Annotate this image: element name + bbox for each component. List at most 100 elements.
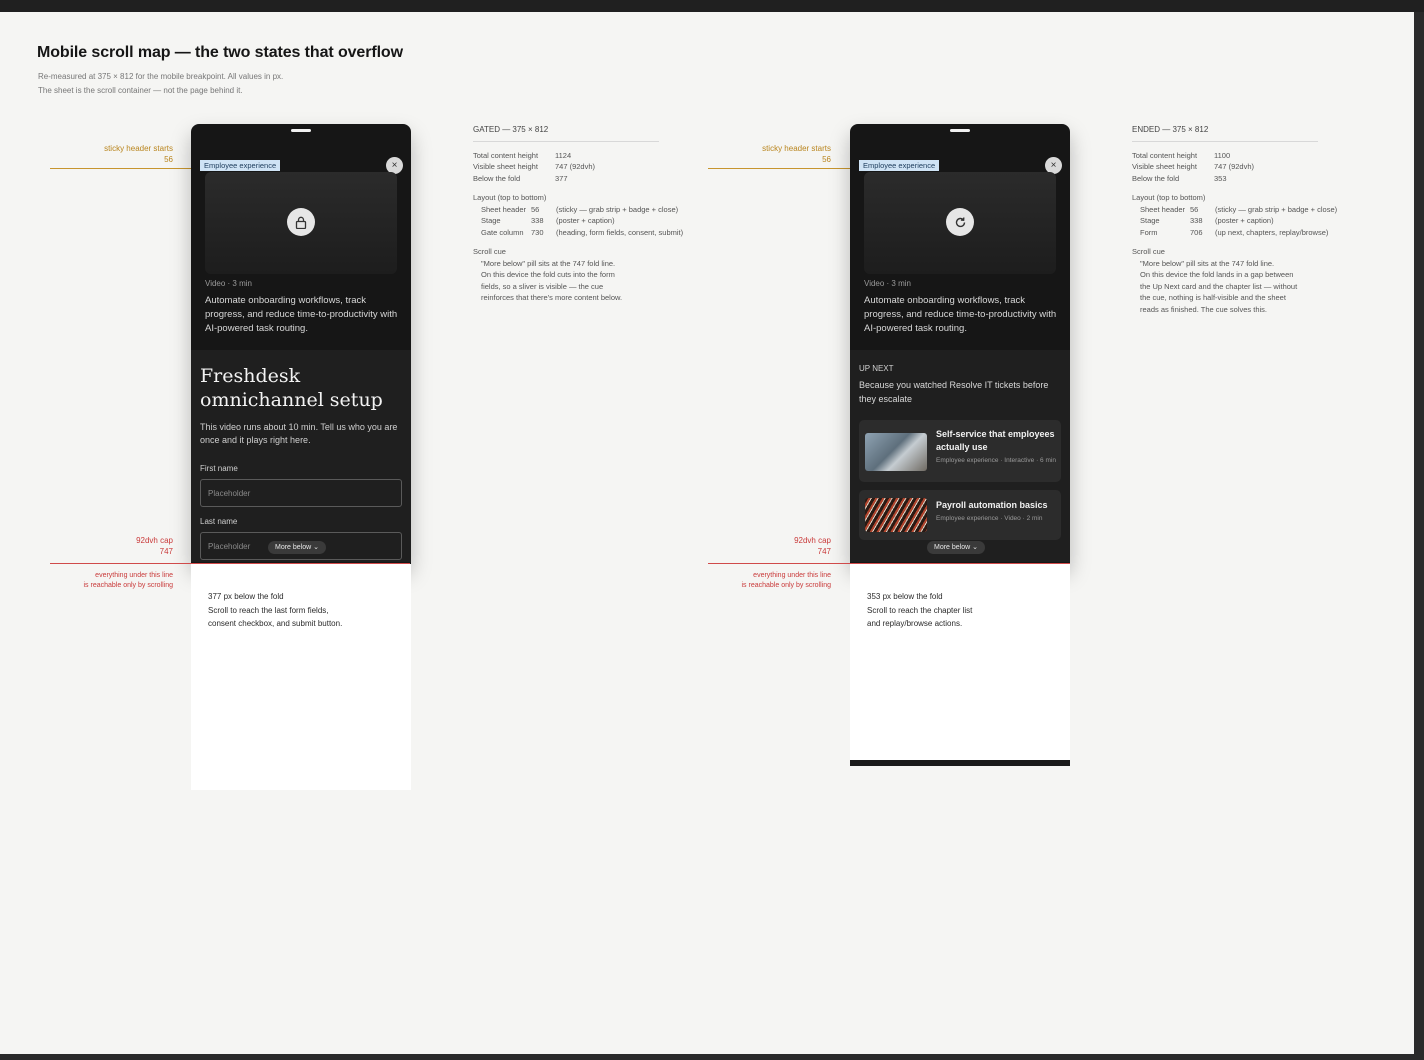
spec-value: 1124: [555, 150, 572, 160]
layout-key: Sheet header: [1140, 204, 1186, 214]
layout-desc: (poster + caption): [1215, 216, 1274, 225]
spec-heading: GATED — 375 × 812: [473, 125, 549, 134]
spec-value: 747 (92dvh): [1214, 162, 1255, 171]
more-below-pill[interactable]: More below ⌄: [268, 541, 327, 554]
grab-strip[interactable]: [950, 129, 970, 132]
layout-key: Sheet header: [481, 204, 527, 214]
layout-value: 338: [1190, 216, 1203, 225]
cap-annotation-ended: 92dvh cap 747: [701, 535, 831, 557]
below-fold-line: Scroll to reach the chapter list: [867, 605, 973, 615]
fold-line: [50, 563, 410, 564]
spec-value: 353: [1214, 173, 1227, 183]
window-top-bar: [0, 0, 1424, 12]
more-below-pill[interactable]: More below ⌄: [927, 541, 986, 554]
layout-value: 56: [531, 204, 540, 214]
card-title: Payroll automation basics: [936, 500, 1048, 510]
video-meta: Video · 3 min: [205, 279, 252, 288]
up-next-label: UP NEXT: [859, 364, 894, 373]
cap-label: 92dvh cap: [794, 536, 831, 545]
spec-heading: ENDED — 375 × 812: [1132, 125, 1209, 134]
layout-desc: (poster + caption): [556, 216, 615, 225]
spec-layout-head: Layout (top to bottom): [1132, 193, 1206, 202]
layout-row: Form 706 (up next, chapters, replay/browse…: [1132, 227, 1372, 239]
gated-spec: GATED — 375 × 812 Total content height 11…: [473, 124, 713, 304]
spec-key: Visible sheet height: [1132, 162, 1197, 171]
card-thumbnail: [865, 498, 927, 532]
spec-key: Below the fold: [473, 173, 521, 183]
grab-strip[interactable]: [291, 129, 311, 132]
video-description: Automate onboarding workflows, track pro…: [205, 295, 398, 334]
spec-row: Visible sheet height 747 (92dvh): [473, 161, 713, 173]
layout-row: Stage 338 (poster + caption): [473, 215, 713, 227]
spec-row: Total content height 1100: [1132, 150, 1372, 162]
spec-value: 1100: [1214, 150, 1231, 160]
below-note-ended: everything under this line is reachable …: [701, 571, 832, 591]
first-name-label: First name: [200, 464, 238, 473]
phone-gated[interactable]: Employee experience × Video · 3 min Auto…: [191, 124, 411, 564]
category-badge: Employee experience: [859, 160, 940, 171]
sticky-annotation-ended: sticky header starts 56: [701, 143, 831, 165]
below-fold-text: 353 px below the fold Scroll to reach th…: [867, 590, 972, 631]
first-name-field[interactable]: Placeholder: [200, 479, 402, 507]
cue-line: fields, so a sliver is visible — the cue: [481, 281, 604, 291]
replay-icon-svg: [955, 216, 965, 227]
below-note: everything under this line is reachable …: [43, 571, 174, 591]
spec-divider: [1132, 140, 1318, 142]
more-below-label: More below: [275, 544, 312, 551]
cue-line: reads as finished. The cue solves this.: [1140, 304, 1268, 314]
last-name-label: Last name: [200, 517, 238, 526]
layout-key: Gate column: [481, 227, 524, 237]
up-next-reason: Because you watched Resolve IT tickets b…: [859, 380, 1049, 404]
below-fold-area-ended: 353 px below the fold Scroll to reach th…: [850, 564, 1070, 760]
window-edge-bottom: [0, 1054, 1424, 1060]
spec-value: 747 (92dvh): [555, 162, 596, 171]
card-meta: Employee experience · Video · 2 min: [936, 515, 1043, 522]
layout-desc: (up next, chapters, replay/browse): [1215, 227, 1329, 237]
cue-line: reinforces that there's more content bel…: [481, 293, 623, 302]
layout-desc: (sticky — grab strip + badge + close): [556, 204, 679, 214]
spec-layout-head: Layout (top to bottom): [473, 193, 547, 202]
spec-cue-head: Scroll cue: [473, 247, 506, 256]
layout-key: Stage: [481, 216, 501, 225]
spec-row: Below the fold 353: [1132, 173, 1372, 185]
more-below-label: More below: [934, 544, 971, 551]
category-badge: Employee experience: [200, 160, 281, 171]
subtitle-line: The sheet is the scroll container — not …: [38, 86, 243, 95]
up-next-card[interactable]: Payroll automation basics Employee exper…: [859, 490, 1061, 540]
sticky-annotation: sticky header starts 56: [43, 143, 173, 165]
cap-annotation: 92dvh cap 747: [43, 535, 173, 557]
spec-key: Visible sheet height: [473, 162, 538, 171]
phone-ended[interactable]: Employee experience × Video · 3 min Auto…: [850, 124, 1070, 564]
cap-value: 747: [159, 547, 173, 556]
below-note-line: is reachable only by scrolling: [741, 582, 832, 589]
spec-row: Below the fold 377: [473, 173, 713, 185]
layout-row: Stage 338 (poster + caption): [1132, 215, 1372, 227]
sticky-value: 56: [164, 155, 173, 164]
layout-row: Gate column 730 (heading, form fields, con…: [473, 227, 713, 239]
below-fold-line: consent checkbox, and submit button.: [208, 619, 343, 628]
video-meta: Video · 3 min: [864, 279, 911, 288]
spec-divider: [473, 140, 659, 142]
spec-row: Total content height 1124: [473, 150, 713, 162]
below-fold-px: 353 px below the fold: [867, 592, 943, 601]
layout-value: 56: [1190, 204, 1199, 214]
gate-title: Freshdesk omnichannel setup: [200, 365, 383, 411]
layout-key: Stage: [1140, 216, 1160, 225]
layout-value: 706: [1190, 227, 1203, 237]
below-note-line: is reachable only by scrolling: [83, 582, 174, 589]
sticky-value: 56: [822, 155, 831, 164]
lock-icon[interactable]: [287, 208, 315, 236]
below-fold-line: and replay/browse actions.: [867, 619, 963, 628]
replay-icon[interactable]: [946, 208, 974, 236]
spec-value: 377: [555, 173, 568, 183]
sheet-bottom-edge: [850, 760, 1070, 766]
chevron-down-icon: ⌄: [313, 544, 320, 551]
spec-cue-head: Scroll cue: [1132, 247, 1165, 256]
video-description: Automate onboarding workflows, track pro…: [864, 295, 1057, 334]
up-next-card[interactable]: Self-service that employees actually use…: [859, 420, 1061, 482]
layout-key: Form: [1140, 227, 1158, 237]
page-subtitle: Re-measured at 375 × 812 for the mobile …: [38, 70, 283, 98]
sticky-label: sticky header starts: [104, 144, 173, 153]
spec-row: Visible sheet height 747 (92dvh): [1132, 161, 1372, 173]
cue-line: On this device the fold lands in a gap b…: [1140, 270, 1294, 279]
